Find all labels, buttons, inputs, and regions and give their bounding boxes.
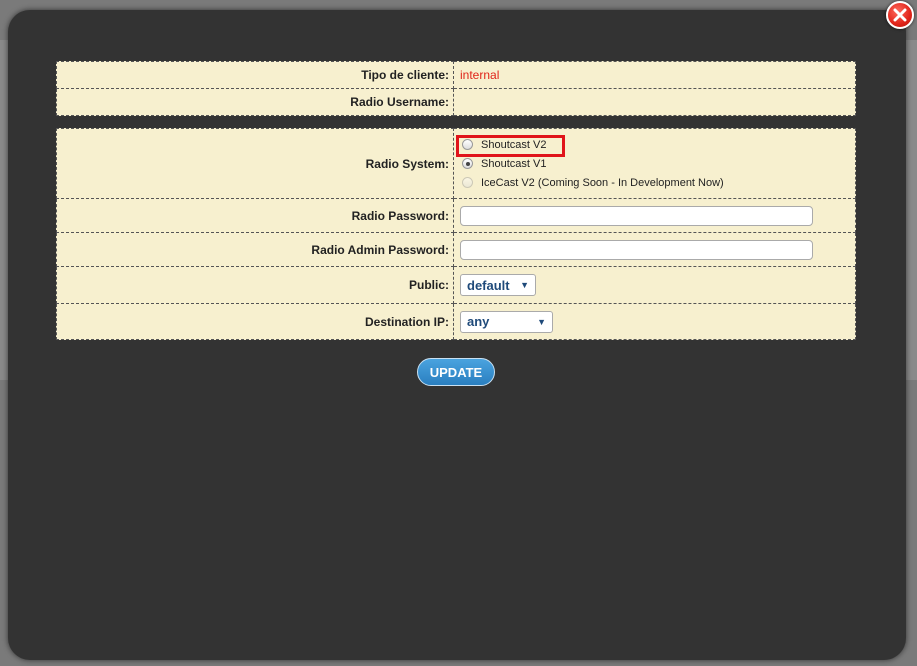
- password-row: Radio Password:: [56, 198, 856, 233]
- public-row: Public: default ▼: [56, 266, 856, 304]
- client-info-table: Tipo de cliente: internal Radio Username…: [56, 61, 856, 116]
- username-row: Radio Username:: [56, 88, 856, 116]
- chevron-down-icon: ▼: [520, 280, 529, 290]
- password-label: Radio Password:: [56, 198, 454, 233]
- client-type-label: Tipo de cliente:: [56, 61, 454, 89]
- admin-password-input[interactable]: [460, 239, 813, 260]
- public-cell: default ▼: [453, 266, 856, 304]
- radio-option-icecast-v2: IceCast V2 (Coming Soon - In Development…: [460, 173, 855, 192]
- radio-system-label: Radio System:: [56, 128, 454, 199]
- radio-label-shoutcast-v2: Shoutcast V2: [481, 138, 547, 151]
- client-type-text: internal: [460, 68, 500, 82]
- client-type-value: internal: [453, 61, 856, 89]
- radio-system-value: Shoutcast V2 Shoutcast V1 IceCast V2 (Co…: [453, 128, 856, 199]
- destination-row: Destination IP: any ▼: [56, 303, 856, 340]
- destination-cell: any ▼: [453, 303, 856, 340]
- destination-select-value: any: [467, 314, 490, 329]
- settings-table: Radio System: Shoutcast V2 Shoutcast V1 …: [56, 128, 856, 340]
- radio-button-icecast-v2: [462, 177, 473, 188]
- public-select[interactable]: default ▼: [460, 274, 536, 296]
- password-cell: [453, 198, 856, 233]
- radio-system-group: Shoutcast V2 Shoutcast V1 IceCast V2 (Co…: [456, 131, 855, 196]
- admin-password-cell: [453, 232, 856, 267]
- public-select-value: default: [467, 277, 510, 293]
- radio-system-row: Radio System: Shoutcast V2 Shoutcast V1 …: [56, 128, 856, 199]
- public-label: Public:: [56, 266, 454, 304]
- radio-option-shoutcast-v1[interactable]: Shoutcast V1: [460, 154, 855, 173]
- radio-label-shoutcast-v1: Shoutcast V1: [481, 157, 547, 170]
- close-icon: [893, 8, 907, 22]
- radio-button-shoutcast-v2[interactable]: [462, 139, 473, 150]
- destination-select[interactable]: any ▼: [460, 310, 553, 333]
- username-label: Radio Username:: [56, 88, 454, 116]
- chevron-down-icon: ▼: [537, 316, 546, 327]
- admin-password-label: Radio Admin Password:: [56, 232, 454, 267]
- radio-option-shoutcast-v2[interactable]: Shoutcast V2: [460, 135, 855, 154]
- radio-label-icecast-v2: IceCast V2 (Coming Soon - In Development…: [481, 176, 724, 189]
- client-type-row: Tipo de cliente: internal: [56, 61, 856, 89]
- password-input[interactable]: [460, 205, 813, 226]
- admin-password-row: Radio Admin Password:: [56, 232, 856, 267]
- destination-label: Destination IP:: [56, 303, 454, 340]
- username-value: [453, 88, 856, 116]
- radio-button-shoutcast-v1[interactable]: [462, 158, 473, 169]
- close-button[interactable]: [886, 1, 914, 29]
- update-button[interactable]: UPDATE: [417, 358, 495, 386]
